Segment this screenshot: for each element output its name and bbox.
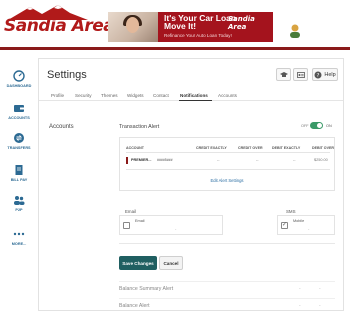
- nav-label-more: MORE...: [11, 242, 27, 246]
- sms-value: -: [308, 226, 310, 231]
- email-checkbox[interactable]: [123, 222, 130, 229]
- balance-alert-row[interactable]: Balance Alert - -: [119, 298, 335, 311]
- toggle-off-label: OFF: [301, 124, 309, 128]
- nav-label-bill-pay: BILL PAY: [10, 178, 28, 182]
- banner-photo: [108, 12, 158, 42]
- edit-alert-settings-link[interactable]: Edit Alert Settings: [120, 178, 334, 183]
- nav-item-p2p[interactable]: P2P: [0, 194, 38, 212]
- tab-profile[interactable]: Profile: [51, 93, 64, 98]
- sms-checkbox[interactable]: ✓: [281, 222, 288, 229]
- account-name: PREMIER...: [131, 158, 152, 162]
- balance-alert-dash-1: -: [299, 303, 301, 309]
- col-header-debit-over: DEBIT OVER: [312, 146, 334, 150]
- balance-summary-dash-1: -: [299, 286, 301, 292]
- more-dots-icon: [13, 232, 25, 236]
- wallet-icon: [14, 105, 24, 112]
- debit-exactly-value[interactable]: --: [293, 158, 296, 162]
- speedometer-icon: [13, 70, 25, 82]
- account-color-bar: [126, 157, 128, 164]
- debit-over-value[interactable]: $250.00: [314, 158, 328, 162]
- email-value: -: [175, 226, 177, 231]
- nav-label-accounts: ACCOUNTS: [8, 116, 30, 120]
- transfer-icon: [14, 133, 24, 143]
- sms-channel-box: ✓ Mobile -: [277, 215, 335, 235]
- header-strip: [0, 47, 350, 50]
- balance-alert-dash-2: -: [319, 303, 321, 309]
- tab-accounts[interactable]: Accounts: [218, 93, 237, 98]
- table-header-divider: [126, 152, 330, 153]
- tab-notifications[interactable]: Notifications: [180, 93, 208, 98]
- table-row-divider: [126, 169, 330, 170]
- nav-item-dashboard[interactable]: DASHBOARD: [0, 70, 38, 88]
- nav-label-p2p: P2P: [15, 208, 23, 212]
- nav-item-more[interactable]: MORE...: [0, 228, 38, 246]
- tab-contact[interactable]: Contact: [153, 93, 169, 98]
- transaction-alert-label: Transaction Alert: [119, 124, 160, 130]
- transaction-alert-toggle[interactable]: [310, 122, 323, 129]
- balance-summary-alert-row[interactable]: Balance Summary Alert - -: [119, 281, 335, 295]
- email-channel-box: Email -: [119, 215, 223, 235]
- active-tab-indicator: [179, 100, 212, 101]
- save-changes-button[interactable]: Save Changes: [119, 256, 157, 270]
- accounts-section-heading: Accounts: [49, 124, 74, 130]
- nav-item-accounts[interactable]: ACCOUNTS: [0, 102, 38, 120]
- id-card-icon: [296, 71, 305, 78]
- education-button[interactable]: [276, 68, 291, 81]
- nav-item-transfers[interactable]: TRANSFERS: [0, 132, 38, 150]
- banner-subline: Refinance Your Auto Loan Today!: [164, 33, 232, 38]
- help-circle-icon: ?: [314, 71, 322, 79]
- cancel-button[interactable]: Cancel: [159, 256, 183, 270]
- credit-exactly-value[interactable]: --: [217, 158, 220, 162]
- banner-headline: It's Your Car Loan Move It!: [164, 14, 236, 31]
- balance-summary-dash-2: -: [319, 286, 321, 292]
- sms-channel-heading: SMS: [286, 209, 296, 214]
- sms-option-label: Mobile: [293, 219, 305, 223]
- id-card-button[interactable]: [293, 68, 308, 81]
- tab-security[interactable]: Security: [75, 93, 92, 98]
- banner-brand: Sandia Area: [228, 15, 255, 31]
- graduation-cap-icon: [279, 71, 288, 77]
- alert-settings-table: ACCOUNT CREDIT EXACTLY CREDIT OVER DEBIT…: [119, 137, 335, 191]
- checkmark-icon: ✓: [282, 222, 288, 228]
- nav-item-bill-pay[interactable]: BILL PAY: [0, 164, 38, 182]
- section-divider: [119, 243, 335, 244]
- settings-tabs: Profile Security Themes Widgets Contact …: [39, 91, 343, 101]
- settings-panel: Settings ? Help Profile Security Themes …: [38, 58, 344, 311]
- people-icon: [14, 196, 25, 205]
- sandia-area-logo[interactable]: Sandia Area: [4, 4, 115, 42]
- banner-headline-line2: Move It!: [164, 21, 197, 31]
- credit-over-value[interactable]: --: [256, 158, 259, 162]
- email-channel-heading: Email: [125, 209, 136, 214]
- side-nav: DASHBOARD ACCOUNTS TRANSFERS BILL PAY P2…: [0, 50, 38, 311]
- nav-label-transfers: TRANSFERS: [7, 146, 31, 150]
- user-avatar-icon[interactable]: [286, 22, 304, 40]
- email-option-label: Email: [135, 219, 145, 223]
- col-header-account: ACCOUNT: [126, 146, 144, 150]
- toggle-on-label: ON: [326, 124, 332, 128]
- tab-themes[interactable]: Themes: [101, 93, 118, 98]
- balance-summary-alert-label: Balance Summary Alert: [119, 286, 174, 292]
- logo-text: Sandia Area: [4, 16, 115, 36]
- bill-icon: [15, 165, 23, 175]
- notifications-content: Accounts Transaction Alert OFF ON ACCOUN…: [39, 102, 343, 311]
- balance-alert-label: Balance Alert: [119, 303, 150, 309]
- tab-widgets[interactable]: Widgets: [127, 93, 144, 98]
- app-header: Sandia Area It's Your Car Loan Move It! …: [0, 0, 350, 50]
- col-header-debit-exactly: DEBIT EXACTLY: [272, 146, 301, 150]
- svg-text:?: ?: [317, 73, 320, 79]
- page-title: Settings: [47, 69, 87, 81]
- car-loan-banner[interactable]: It's Your Car Loan Move It! Refinance Yo…: [108, 12, 273, 42]
- col-header-credit-exactly: CREDIT EXACTLY: [196, 146, 227, 150]
- col-header-credit-over: CREDIT OVER: [238, 146, 263, 150]
- account-number: ####5###: [157, 158, 173, 162]
- banner-face: [126, 17, 139, 33]
- help-label: Help: [324, 71, 336, 78]
- help-button[interactable]: ? Help: [312, 68, 338, 81]
- nav-label-dashboard: DASHBOARD: [6, 84, 32, 88]
- toggle-knob: [317, 123, 322, 128]
